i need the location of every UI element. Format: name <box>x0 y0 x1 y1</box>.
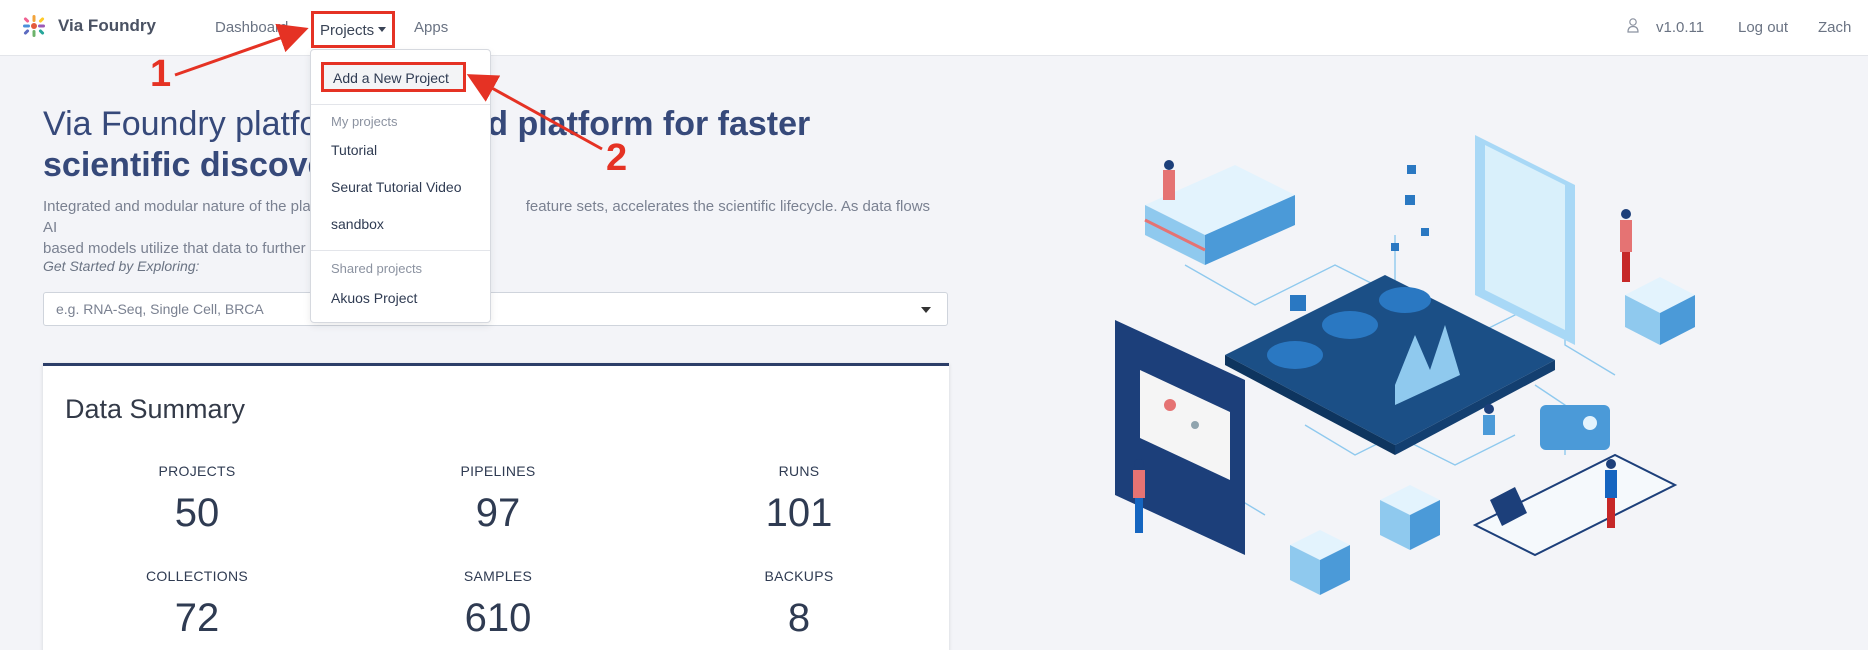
monitor-screen-icon <box>1475 135 1575 345</box>
stat-label: BACKUPS <box>764 568 834 584</box>
stat-runs: RUNS 101 <box>699 463 899 536</box>
stat-label: PIPELINES <box>460 463 536 479</box>
nav-apps[interactable]: Apps <box>414 19 448 36</box>
add-new-project-item[interactable]: Add a New Project <box>321 62 466 92</box>
hero-title-left: Via Foundry platfo <box>43 105 319 143</box>
stat-value: 97 <box>475 491 521 535</box>
stat-value: 50 <box>174 491 220 535</box>
stat-collections: COLLECTIONS 72 <box>97 568 297 641</box>
user-menu[interactable]: Zach <box>1818 19 1851 36</box>
explore-label: Get Started by Exploring: <box>43 258 200 274</box>
stat-pipelines: PIPELINES 97 <box>398 463 598 536</box>
stat-value: 8 <box>787 596 811 640</box>
via-foundry-logo-icon <box>23 15 45 37</box>
stat-label: SAMPLES <box>463 568 533 584</box>
hero-desc-line1-left: Integrated and modular nature of the pla <box>43 198 311 215</box>
stat-value: 72 <box>174 596 220 640</box>
projects-dropdown-menu: Add a New Project My projects Tutorial S… <box>310 49 491 323</box>
data-summary-title: Data Summary <box>65 394 246 424</box>
annotation-step-2: 2 <box>606 137 628 179</box>
dropdown-divider <box>311 250 490 251</box>
isometric-illustration <box>1115 135 1695 595</box>
top-navbar: Via Foundry Dashboard Apps v1.0.11 Log o… <box>0 0 1868 56</box>
stat-value: 610 <box>464 596 532 640</box>
user-icon[interactable] <box>1627 18 1639 38</box>
project-item-sandbox[interactable]: sandbox <box>331 216 384 232</box>
brand-name: Via Foundry <box>58 16 156 35</box>
explore-search-select[interactable] <box>43 292 948 326</box>
stat-label: RUNS <box>778 463 820 479</box>
nav-projects-dropdown-toggle[interactable]: Projects <box>311 11 396 48</box>
hero-description: Integrated and modular nature of the pla… <box>43 196 943 259</box>
stat-label: COLLECTIONS <box>145 568 249 584</box>
stat-backups: BACKUPS 8 <box>699 568 899 641</box>
chat-bubble-icon <box>1540 405 1610 450</box>
dropdown-divider <box>311 104 490 105</box>
hero-title-line2: scientific discove <box>43 146 327 184</box>
chevron-down-icon[interactable] <box>921 307 931 313</box>
stat-samples: SAMPLES 610 <box>398 568 598 641</box>
hero-desc-line2: based models utilize that data to furthe… <box>43 240 306 257</box>
version-label: v1.0.11 <box>1656 19 1705 36</box>
project-item-akuos-project[interactable]: Akuos Project <box>331 290 417 306</box>
caret-down-icon <box>378 27 387 32</box>
stat-label: PROJECTS <box>158 463 236 479</box>
stat-projects: PROJECTS 50 <box>97 463 297 536</box>
annotation-step-1: 1 <box>150 53 172 95</box>
project-item-seurat-tutorial-video[interactable]: Seurat Tutorial Video <box>331 179 462 195</box>
my-projects-header: My projects <box>331 114 398 129</box>
desk-icon <box>1472 453 1678 557</box>
nav-projects-label: Projects <box>320 22 375 39</box>
stat-value: 101 <box>765 491 833 535</box>
shared-projects-header: Shared projects <box>331 261 423 276</box>
nav-dashboard[interactable]: Dashboard <box>215 19 288 36</box>
logout-link[interactable]: Log out <box>1738 19 1788 36</box>
data-summary-card: Data Summary PROJECTS 50 PIPELINES 97 RU… <box>43 363 949 650</box>
hero-title-right: ed platform for faster <box>468 105 811 143</box>
brand[interactable]: Via Foundry <box>22 14 156 38</box>
project-item-tutorial[interactable]: Tutorial <box>331 142 377 158</box>
